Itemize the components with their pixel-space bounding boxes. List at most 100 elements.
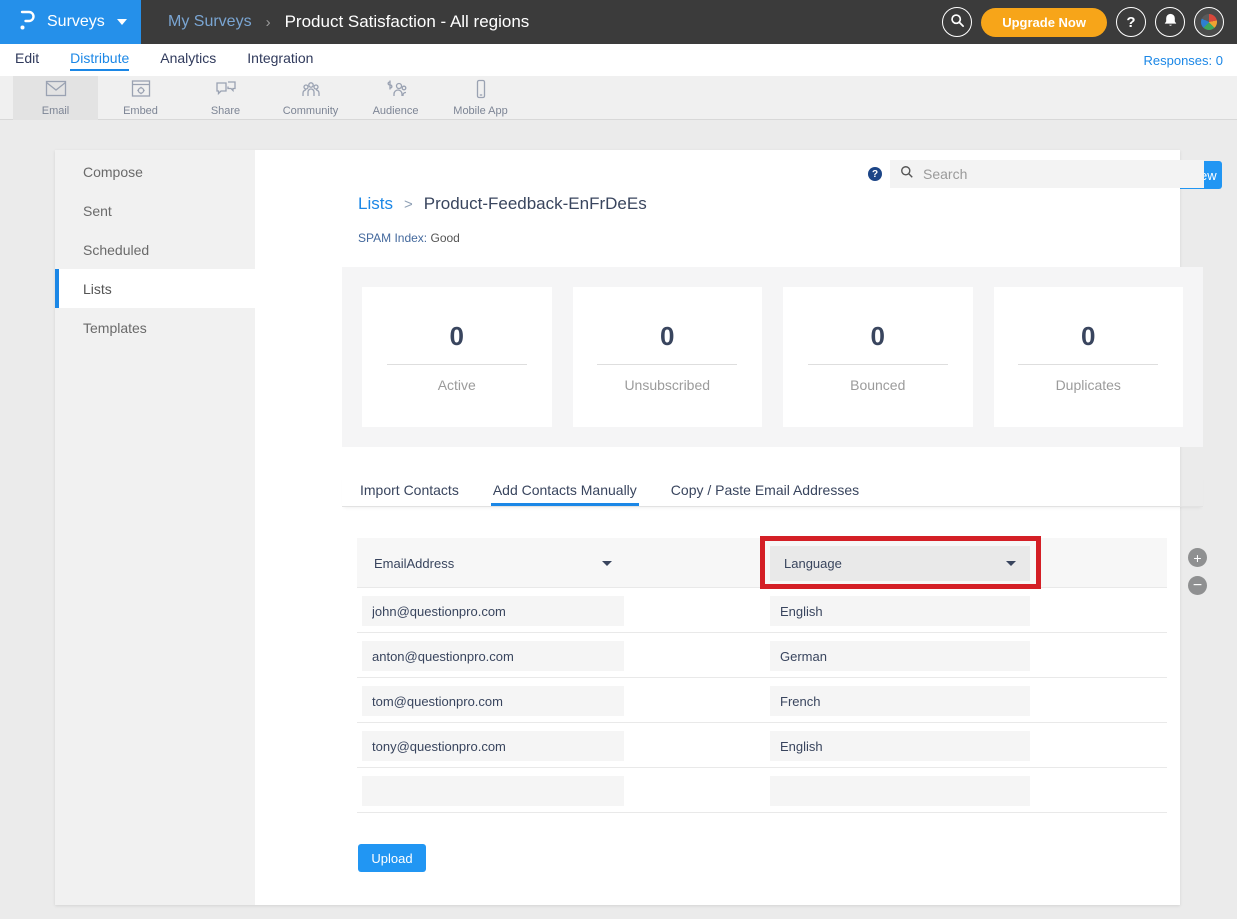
tab-distribute[interactable]: Distribute	[70, 50, 129, 71]
top-bar: Surveys My Surveys › Product Satisfactio…	[0, 0, 1237, 44]
email-input[interactable]	[362, 776, 624, 806]
contacts-table: EmailAddress Language + −	[357, 538, 1167, 813]
tab-copy-paste-email-addresses[interactable]: Copy / Paste Email Addresses	[669, 473, 861, 506]
stat-value: 0	[871, 321, 885, 352]
language-column-select[interactable]: Language	[770, 546, 1030, 581]
lists-panel: Compose Sent Scheduled Lists Templates ?…	[55, 150, 1180, 905]
channel-audience[interactable]: Audience	[353, 76, 438, 120]
tab-integration[interactable]: Integration	[247, 50, 313, 71]
email-input[interactable]	[362, 596, 624, 626]
search-icon	[950, 13, 965, 32]
stat-value: 0	[660, 321, 674, 352]
language-input[interactable]	[770, 731, 1030, 761]
email-column-label: EmailAddress	[374, 556, 454, 571]
list-name: Product-Feedback-EnFrDeEs	[424, 194, 647, 214]
language-input[interactable]	[770, 776, 1030, 806]
user-avatar[interactable]	[1194, 7, 1224, 37]
channel-community[interactable]: Community	[268, 76, 353, 120]
upload-button[interactable]: Upload	[358, 844, 426, 872]
breadcrumb: My Surveys › Product Satisfaction - All …	[168, 12, 529, 32]
list-search-box	[890, 160, 1204, 188]
survey-nav-items: Edit Distribute Analytics Integration	[0, 50, 313, 71]
list-breadcrumb: Lists > Product-Feedback-EnFrDeEs	[358, 194, 647, 214]
channel-label: Community	[283, 105, 339, 117]
notifications-button[interactable]	[1155, 7, 1185, 37]
breadcrumb-separator: >	[404, 196, 413, 213]
survey-nav: Edit Distribute Analytics Integration Re…	[0, 44, 1237, 76]
stat-label: Bounced	[850, 377, 905, 393]
language-input[interactable]	[770, 686, 1030, 716]
channel-items: Email Embed Share Community	[13, 76, 523, 120]
sidebar-item-sent[interactable]: Sent	[55, 191, 255, 230]
breadcrumb-my-surveys[interactable]: My Surveys	[168, 13, 252, 31]
questionpro-app: Surveys My Surveys › Product Satisfactio…	[0, 0, 1237, 919]
channel-share[interactable]: Share	[183, 76, 268, 120]
list-search-input[interactable]	[923, 166, 1204, 182]
email-input[interactable]	[362, 686, 624, 716]
list-help-icon[interactable]: ?	[868, 167, 882, 181]
email-input[interactable]	[362, 731, 624, 761]
tab-analytics[interactable]: Analytics	[160, 50, 216, 71]
divider	[808, 364, 948, 365]
page-title: Product Satisfaction - All regions	[285, 12, 530, 32]
spam-index-label: SPAM Index:	[358, 231, 427, 245]
stat-card-duplicates: 0 Duplicates	[994, 287, 1184, 427]
channel-embed[interactable]: Embed	[98, 76, 183, 120]
contact-row	[357, 768, 1167, 813]
sidebar-item-compose[interactable]: Compose	[55, 152, 255, 191]
contact-row	[357, 633, 1167, 678]
list-stats: 0 Active 0 Unsubscribed 0 Bounced 0	[342, 267, 1203, 447]
tab-add-contacts-manually[interactable]: Add Contacts Manually	[491, 473, 639, 506]
contact-row	[357, 723, 1167, 768]
remove-column-button[interactable]: −	[1188, 576, 1207, 595]
channel-label: Share	[211, 105, 240, 117]
sidebar-item-lists[interactable]: Lists	[55, 269, 255, 308]
sidebar-item-templates[interactable]: Templates	[55, 308, 255, 347]
stat-label: Unsubscribed	[624, 377, 710, 393]
upgrade-now-button[interactable]: Upgrade Now	[981, 8, 1107, 37]
breadcrumb-lists-link[interactable]: Lists	[358, 194, 393, 214]
search-button[interactable]	[942, 7, 972, 37]
email-sidebar: Compose Sent Scheduled Lists Templates	[55, 150, 255, 905]
browser-gear-icon	[130, 79, 152, 104]
spam-index-value: Good	[430, 231, 459, 245]
stat-card-bounced: 0 Bounced	[783, 287, 973, 427]
responses-count[interactable]: Responses: 0	[1144, 53, 1237, 68]
column-header-row: EmailAddress Language + −	[357, 538, 1167, 588]
chevron-down-icon	[117, 19, 127, 25]
tab-import-contacts[interactable]: Import Contacts	[358, 473, 461, 506]
channel-mobile-app[interactable]: Mobile App	[438, 76, 523, 120]
divider	[597, 364, 737, 365]
email-column-select[interactable]: EmailAddress	[362, 545, 624, 581]
divider	[387, 364, 527, 365]
surveys-menu-label: Surveys	[47, 13, 105, 31]
distribute-toolbar: Email Embed Share Community	[0, 76, 1237, 120]
stat-value: 0	[1081, 321, 1095, 352]
envelope-icon	[44, 79, 68, 104]
divider	[1018, 364, 1158, 365]
channel-email[interactable]: Email	[13, 76, 98, 120]
stat-card-active: 0 Active	[362, 287, 552, 427]
bell-icon	[1163, 12, 1178, 32]
email-input[interactable]	[362, 641, 624, 671]
channel-label: Embed	[123, 105, 158, 117]
spam-index: SPAM Index: Good	[358, 231, 460, 245]
channel-label: Audience	[373, 105, 419, 117]
questionpro-logo-icon	[17, 8, 37, 37]
dollar-people-icon	[384, 79, 408, 104]
contact-row	[357, 678, 1167, 723]
product-switcher[interactable]: Surveys	[0, 0, 141, 44]
breadcrumb-separator: ›	[266, 14, 271, 31]
sidebar-item-scheduled[interactable]: Scheduled	[55, 230, 255, 269]
chevron-down-icon	[1006, 561, 1016, 566]
tab-edit[interactable]: Edit	[15, 50, 39, 71]
language-input[interactable]	[770, 641, 1030, 671]
chat-bubbles-icon	[214, 79, 238, 104]
add-column-button[interactable]: +	[1188, 548, 1207, 567]
topbar-actions: Upgrade Now ?	[942, 7, 1237, 37]
stat-label: Active	[438, 377, 476, 393]
stat-label: Duplicates	[1056, 377, 1121, 393]
language-input[interactable]	[770, 596, 1030, 626]
channel-label: Mobile App	[453, 105, 507, 117]
help-button[interactable]: ?	[1116, 7, 1146, 37]
